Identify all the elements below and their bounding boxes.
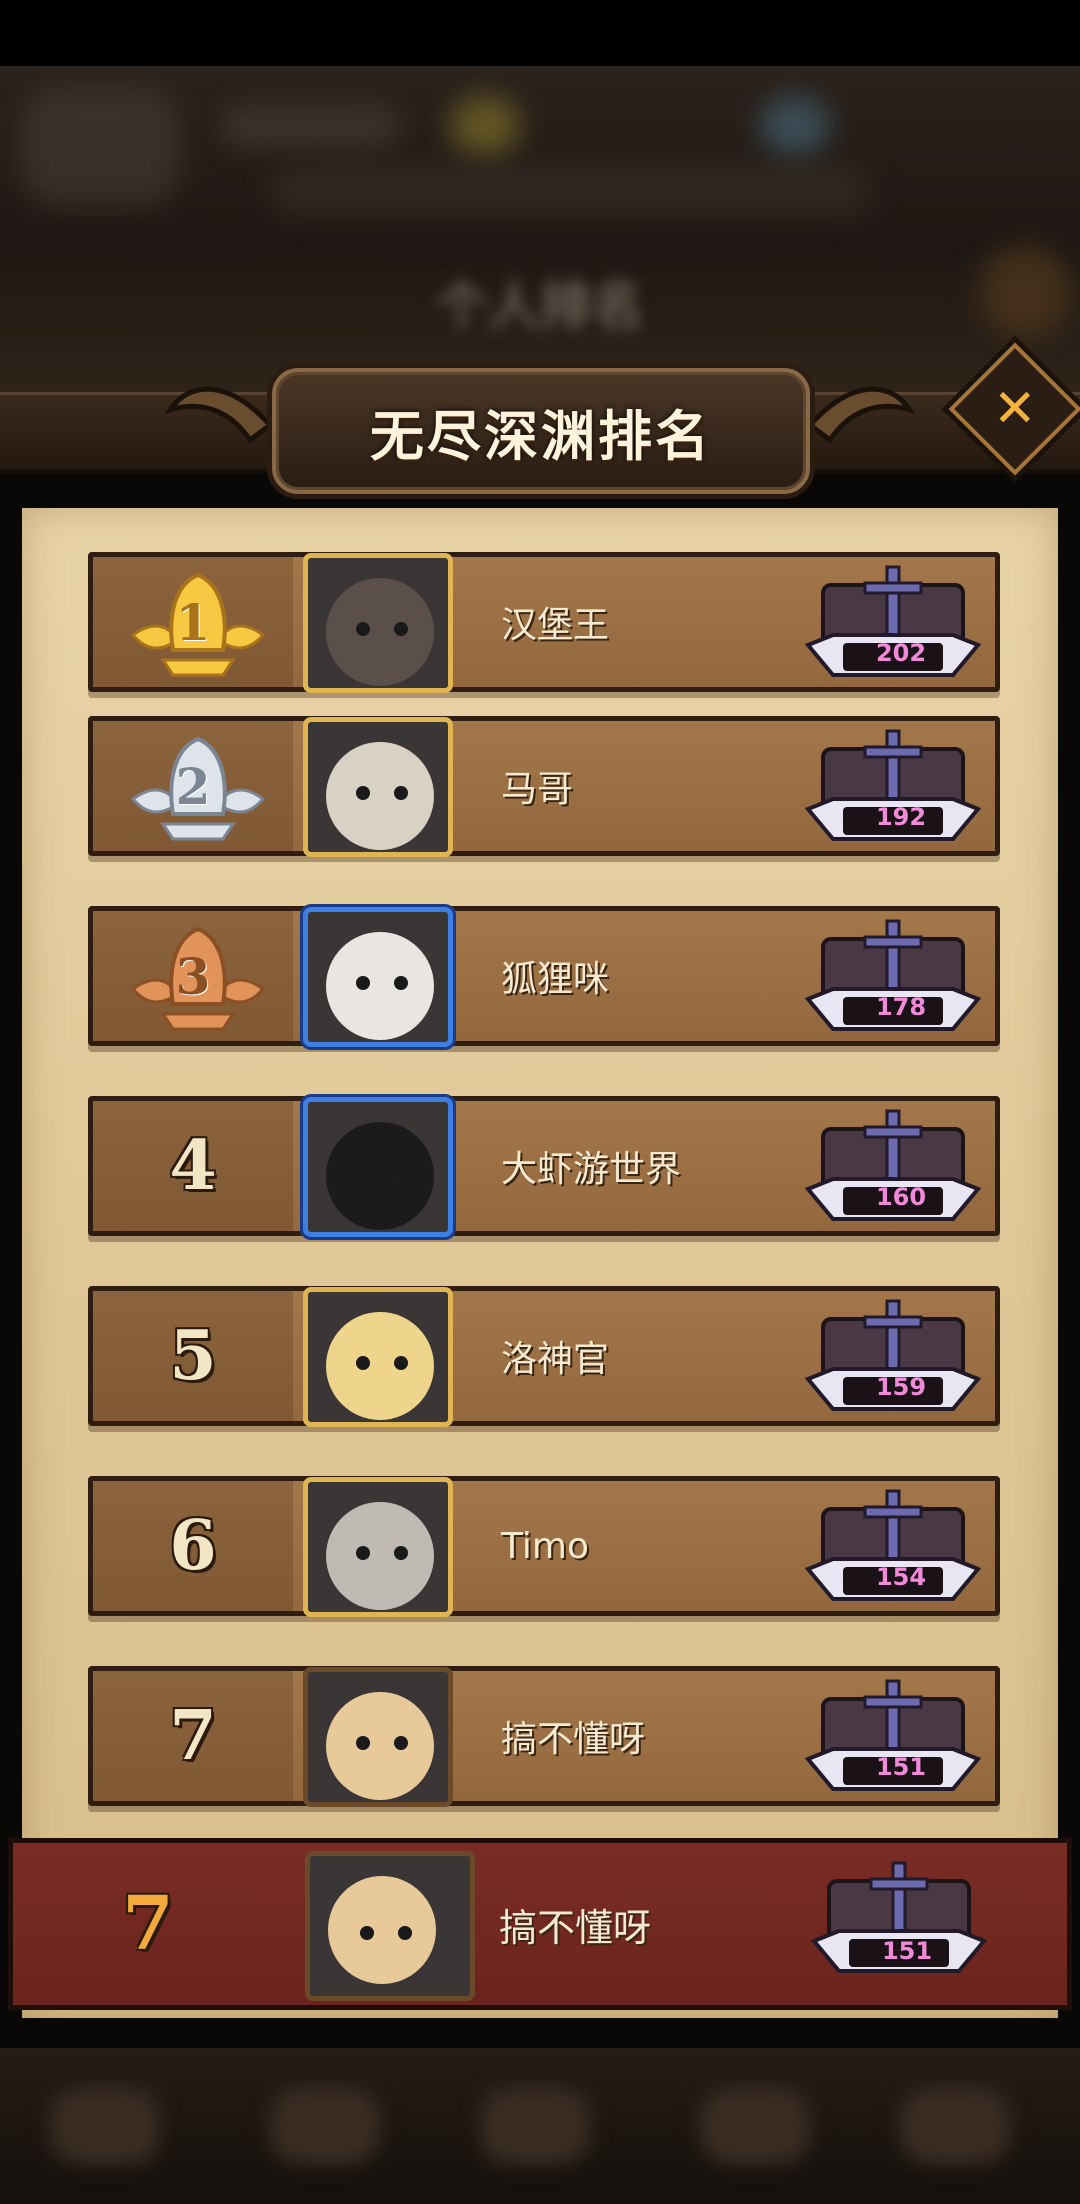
player-name: 马哥 (501, 769, 574, 810)
player-score: 160 (875, 1183, 927, 1211)
player-score: 192 (875, 803, 927, 831)
abyss-score-icon (804, 1109, 982, 1221)
rank-number: 2 (175, 756, 211, 816)
player-score: 202 (875, 639, 927, 667)
ranking-row[interactable]: 1 汉堡王 202 (88, 552, 1000, 693)
self-rank-number: 7 (122, 1881, 174, 1967)
abyss-score-icon (804, 565, 982, 677)
rank-number: 3 (175, 946, 211, 1006)
abyss-score-icon (804, 1489, 982, 1601)
status-bar (0, 0, 1080, 66)
player-name: 大虾游世界 (501, 1149, 682, 1190)
rank-number: 6 (169, 1506, 217, 1586)
horn-ornament-right (806, 386, 917, 444)
player-score: 178 (875, 993, 927, 1021)
player-name: 汉堡王 (501, 605, 610, 646)
ranking-row[interactable]: 2 马哥 192 (88, 716, 1000, 857)
self-avatar (305, 1851, 475, 2001)
ranking-row[interactable]: 6 Timo 154 (88, 1476, 1000, 1617)
player-name: 搞不懂呀 (501, 1719, 646, 1760)
close-icon: ✕ (993, 378, 1037, 439)
abyss-score-icon (804, 919, 982, 1031)
abyss-score-icon (804, 1299, 982, 1411)
player-avatar[interactable] (303, 1477, 453, 1617)
ranking-header: 无尽深渊排名 (0, 350, 1080, 510)
background-title: 个人排名 (435, 277, 644, 337)
ranking-row[interactable]: 7 搞不懂呀 151 (88, 1666, 1000, 1807)
rank-number: 1 (175, 592, 211, 652)
self-score: 151 (881, 1937, 933, 1965)
abyss-score-icon (804, 1679, 982, 1791)
player-avatar[interactable] (303, 1287, 453, 1427)
player-name: 洛神官 (501, 1339, 610, 1380)
rank-number: 5 (169, 1316, 217, 1396)
player-avatar[interactable] (303, 717, 453, 857)
abyss-score-icon (804, 729, 982, 841)
player-name: Timo (501, 1525, 589, 1567)
self-player-name: 搞不懂呀 (499, 1905, 652, 1950)
player-name: 狐狸咪 (501, 959, 610, 1000)
rank-number: 4 (169, 1126, 217, 1206)
ranking-row[interactable]: 3 狐狸咪 178 (88, 906, 1000, 1047)
bottom-nav-blurred (0, 2048, 1080, 2204)
title-plate: 无尽深渊排名 (272, 368, 810, 494)
player-avatar[interactable] (303, 1097, 453, 1237)
rank-number: 7 (169, 1696, 217, 1776)
horn-ornament-left (163, 386, 274, 444)
player-score: 151 (875, 1753, 927, 1781)
self-rank-row[interactable]: 7 搞不懂呀 151 (8, 1838, 1072, 2010)
page-title: 无尽深渊排名 (370, 404, 712, 468)
ranking-row[interactable]: 5 洛神官 159 (88, 1286, 1000, 1427)
player-avatar[interactable] (303, 907, 453, 1047)
player-avatar[interactable] (303, 1667, 453, 1807)
player-score: 154 (875, 1563, 927, 1591)
player-avatar[interactable] (303, 553, 453, 693)
ranking-row[interactable]: 4 大虾游世界 160 (88, 1096, 1000, 1237)
blurred-background: 个人排名 (0, 66, 1080, 396)
player-score: 159 (875, 1373, 927, 1401)
